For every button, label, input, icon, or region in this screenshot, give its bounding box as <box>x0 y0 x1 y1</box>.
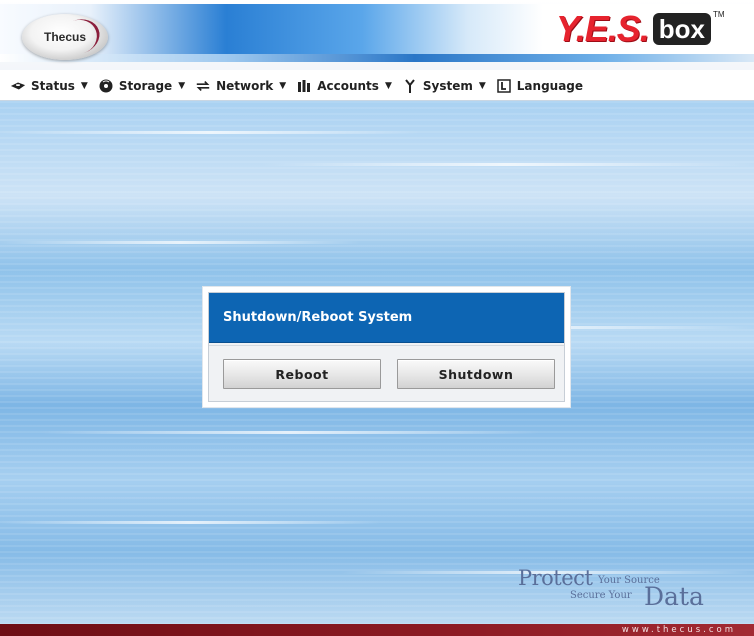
footer-url: www.thecus.com <box>621 625 736 635</box>
menu-network-label: Network <box>216 79 274 93</box>
bg-streak <box>0 131 420 134</box>
menu-language[interactable]: Language <box>496 78 583 94</box>
wrench-icon <box>402 78 418 94</box>
footer-bar: www.thecus.com <box>0 624 754 636</box>
menu-network[interactable]: Network ▼ <box>195 78 286 94</box>
disc-icon <box>98 78 114 94</box>
header: Thecus Y.E.S. box TM <box>0 0 754 70</box>
bg-streak <box>260 163 754 166</box>
shutdown-reboot-dialog: Shutdown/Reboot System Reboot Shutdown <box>203 287 570 407</box>
dialog-panel: Shutdown/Reboot System Reboot Shutdown <box>208 292 565 402</box>
trademark-mark: TM <box>712 10 725 19</box>
bg-streak <box>0 241 360 244</box>
menu-accounts[interactable]: Accounts ▼ <box>296 78 392 94</box>
tagline: Protect Your Source Secure Your Data <box>518 566 728 616</box>
menu-accounts-label: Accounts <box>317 79 379 93</box>
chevron-down-icon: ▼ <box>80 81 88 91</box>
tagline-data: Data <box>644 582 704 611</box>
shutdown-button[interactable]: Shutdown <box>397 359 555 389</box>
menu-storage[interactable]: Storage ▼ <box>98 78 185 94</box>
yes-logo-text: Y.E.S. <box>556 8 650 49</box>
tagline-secure-your: Secure Your <box>570 590 632 601</box>
language-icon <box>496 78 512 94</box>
menu-storage-label: Storage <box>118 79 173 93</box>
main-menu-bar: Status ▼ Storage ▼ Network ▼ Accounts ▼ … <box>0 72 754 101</box>
hard-drive-icon <box>10 78 26 94</box>
yes-box-logo: Y.E.S. box TM <box>556 10 725 48</box>
menu-system[interactable]: System ▼ <box>402 78 486 94</box>
thecus-logo-text: Thecus <box>43 30 86 44</box>
bg-streak <box>40 431 540 434</box>
header-stripe <box>0 54 754 62</box>
reboot-button[interactable]: Reboot <box>223 359 381 389</box>
tagline-protect: Protect <box>518 566 593 590</box>
menu-status-label: Status <box>31 79 75 93</box>
chevron-down-icon: ▼ <box>478 81 486 91</box>
users-icon <box>296 78 312 94</box>
network-arrows-icon <box>195 78 211 94</box>
dialog-title: Shutdown/Reboot System <box>209 293 564 343</box>
menu-system-label: System <box>422 79 473 93</box>
menu-language-label: Language <box>516 79 584 93</box>
thecus-logo: Thecus <box>22 13 108 61</box>
box-logo-text: box <box>652 13 711 45</box>
chevron-down-icon: ▼ <box>279 81 287 91</box>
dialog-divider <box>209 345 564 346</box>
bg-streak <box>0 521 380 524</box>
menu-status[interactable]: Status ▼ <box>10 78 88 94</box>
chevron-down-icon: ▼ <box>178 81 186 91</box>
chevron-down-icon: ▼ <box>384 81 392 91</box>
